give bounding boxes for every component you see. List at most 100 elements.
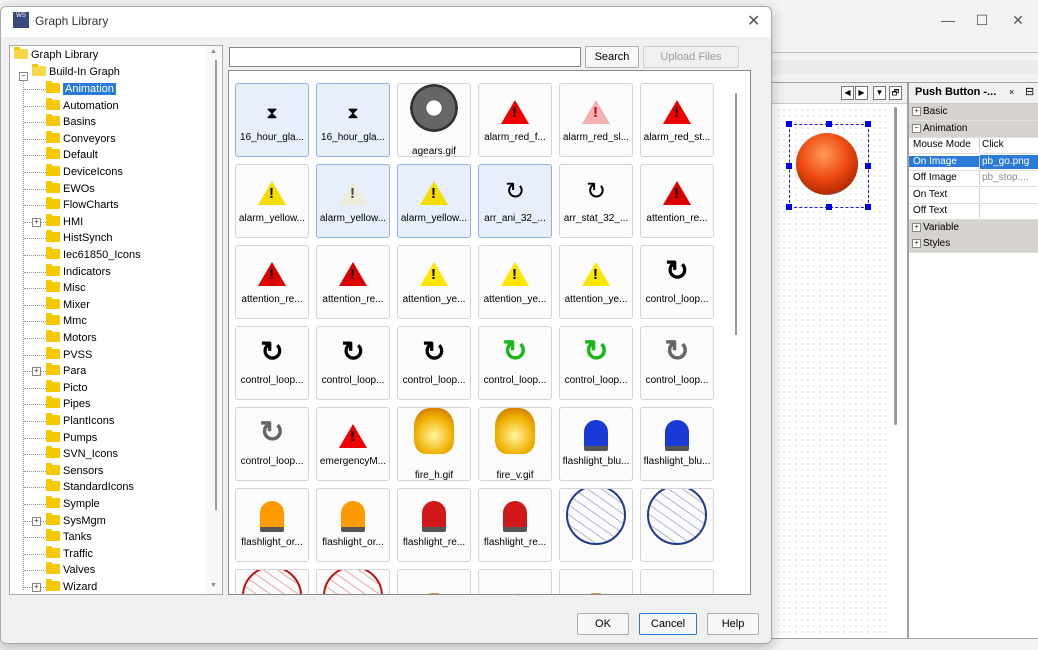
gallery-tile[interactable] [316,569,390,594]
dropdown-icon[interactable]: ▼ [873,86,886,100]
property-row[interactable]: Mouse Mode Click [909,137,1038,154]
maximize-button[interactable]: ☐ [962,8,1002,32]
search-input[interactable] [229,47,581,67]
gallery-tile[interactable]: flashlight_blu... [640,407,714,481]
tree-item-iec61850-icons[interactable]: Iec61850_Icons [46,247,141,263]
expand-icon[interactable]: + [32,516,41,526]
tree-item-motors[interactable]: Motors [46,330,97,346]
property-row[interactable]: On Image pb_go.png [909,154,1038,171]
tree-item-ewos[interactable]: EWOs [46,180,95,197]
dialog-titlebar[interactable]: WS Graph Library ✕ [1,7,771,37]
close-window-button[interactable]: ✕ [998,8,1038,32]
pin-icon[interactable]: ⊟ [1025,85,1034,98]
tree-item-para[interactable]: Para [46,363,86,379]
tree-item-planticons[interactable]: PlantIcons [46,413,114,429]
gallery-tile[interactable]: ⧗ [397,569,471,594]
gallery-tile[interactable]: ! alarm_red_f... [478,83,552,157]
resize-handle[interactable] [786,204,792,210]
tree-item-pvss[interactable]: PVSS [46,346,92,363]
resize-handle[interactable] [786,121,792,127]
tree-scrollbar-thumb[interactable] [215,60,217,510]
resize-handle[interactable] [826,121,832,127]
gallery-tile[interactable]: ! attention_ye... [559,245,633,319]
tree-item-symple[interactable]: Symple [46,496,100,512]
gallery-tile[interactable]: ↻ control_loop... [559,326,633,400]
property-value[interactable]: pb_go.png [979,154,1038,169]
gallery-tile[interactable]: ! attention_re... [640,164,714,238]
gallery-tile[interactable]: flashlight_re... [478,488,552,562]
tree-item-flowcharts[interactable]: FlowCharts [46,197,119,213]
drawing-canvas-panel[interactable]: ◀ ▶ ▼ 🗗 [770,82,908,639]
gallery-tile[interactable] [235,569,309,594]
gallery-tile[interactable]: ⧗ 16_hour_gla... [235,83,309,157]
gallery-tile[interactable]: fire_h.gif [397,407,471,481]
cancel-button[interactable]: Cancel [639,613,697,635]
property-section[interactable]: + Styles [909,236,1038,253]
scroll-down-icon[interactable]: ▼ [210,582,217,589]
property-section[interactable]: − Animation [909,120,1038,138]
close-tab-icon[interactable]: × [1009,87,1014,97]
gallery-tile[interactable]: ! alarm_yellow... [397,164,471,238]
tree-root[interactable]: Graph Library [14,47,98,63]
property-section[interactable]: + Variable [909,219,1038,237]
gallery-tile[interactable]: ! attention_re... [316,245,390,319]
gallery-tile[interactable]: ! alarm_yellow... [235,164,309,238]
help-button[interactable]: Help [707,613,759,635]
resize-handle[interactable] [865,121,871,127]
tree-item-sensors[interactable]: Sensors [46,462,103,479]
tree-item-valves[interactable]: Valves [46,562,95,578]
tree-group[interactable]: Build-In Graph [32,64,120,80]
gallery-tile[interactable]: ⧗ [559,569,633,594]
property-section[interactable]: + Basic [909,104,1038,121]
tree-item-traffic[interactable]: Traffic [46,545,93,562]
gallery-tile[interactable]: ↻ control_loop... [397,326,471,400]
expander-icon[interactable]: + [912,239,921,248]
gallery-tile[interactable]: ↻ control_loop... [316,326,390,400]
tree-item-picto[interactable]: Picto [46,379,87,396]
property-value[interactable] [979,187,1038,202]
property-value[interactable]: Click [979,138,1038,152]
gallery-tile[interactable]: ! attention_ye... [478,245,552,319]
gallery-tile[interactable]: flashlight_or... [316,488,390,562]
expander-icon[interactable]: − [912,123,921,133]
gallery-tile[interactable]: flashlight_re... [397,488,471,562]
gallery-tile[interactable]: ↻ arr_ani_32_... [478,164,552,238]
tree-item-wizard[interactable]: Wizard [46,579,97,595]
search-button[interactable]: Search [585,46,639,68]
tree-item-deviceicons[interactable]: DeviceIcons [46,164,123,180]
gallery-tile[interactable]: ↻ control_loop... [235,407,309,481]
gallery-tile[interactable] [559,488,633,562]
expander-icon[interactable]: + [912,107,921,116]
gallery-tile[interactable]: ! alarm_red_st... [640,83,714,157]
resize-handle[interactable] [865,163,871,169]
tree-item-conveyors[interactable]: Conveyors [46,130,116,147]
tree-item-pipes[interactable]: Pipes [46,396,91,412]
property-row[interactable]: Off Text [909,203,1038,220]
tree-item-misc[interactable]: Misc [46,280,86,296]
close-icon[interactable]: ✕ [747,11,760,31]
property-value[interactable]: pb_stop.... [979,171,1038,185]
restore-icon[interactable]: 🗗 [889,86,902,100]
canvas-scrollbar[interactable] [894,107,897,425]
resize-handle[interactable] [865,204,871,210]
resize-handle[interactable] [786,163,792,169]
expand-icon[interactable]: + [32,217,41,227]
tree-item-pumps[interactable]: Pumps [46,429,97,446]
gallery-tile[interactable]: ↻ control_loop... [640,326,714,400]
property-value[interactable] [979,204,1038,218]
gallery-tile[interactable]: flashlight_or... [235,488,309,562]
gallery-tile[interactable]: ⧗ 16_hour_gla... [316,83,390,157]
expand-icon[interactable]: + [32,583,41,592]
gallery-tile[interactable]: flashlight_blu... [559,407,633,481]
gallery-tile[interactable]: agears.gif [397,83,471,157]
gallery-tile[interactable]: ⧗ [640,569,714,594]
ok-button[interactable]: OK [577,613,629,635]
scroll-left-icon[interactable]: ◀ [841,86,854,100]
gallery-tile[interactable]: ↻ arr_stat_32_... [559,164,633,238]
tree-item-standardicons[interactable]: StandardIcons [46,479,134,495]
tree-item-basins[interactable]: Basins [46,114,96,130]
tree-item-animation[interactable]: Animation [46,81,116,97]
gallery-tile[interactable]: ↻ control_loop... [478,326,552,400]
gallery-tile[interactable]: ➚ [478,569,552,594]
tree-item-indicators[interactable]: Indicators [46,263,111,280]
